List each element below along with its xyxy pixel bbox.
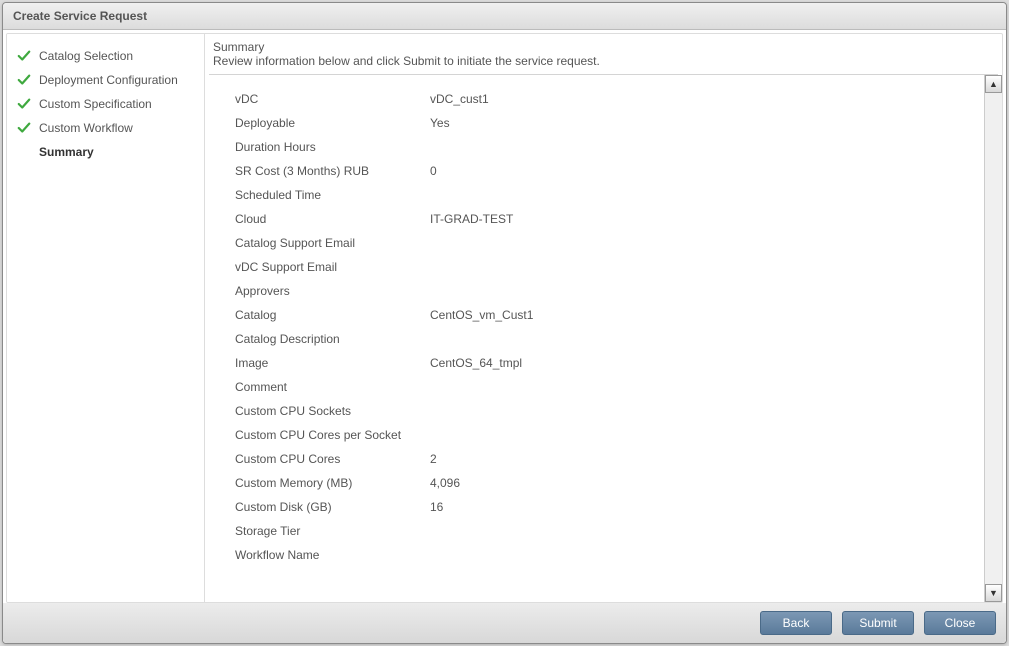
scroll-area: vDCvDC_cust1DeployableYesDuration HoursS… — [205, 75, 1002, 602]
dialog-body: Catalog Selection Deployment Configuratio… — [6, 33, 1003, 603]
summary-label: SR Cost (3 Months) RUB — [235, 164, 430, 178]
summary-value: CentOS_64_tmpl — [430, 356, 522, 370]
summary-row: Catalog Support Email — [235, 231, 954, 255]
summary-row: DeployableYes — [235, 111, 954, 135]
checkmark-icon — [17, 97, 31, 111]
summary-label: Custom CPU Cores — [235, 452, 430, 466]
summary-value: 16 — [430, 500, 443, 514]
summary-row: Comment — [235, 375, 954, 399]
scroll-up-arrow-icon[interactable]: ▲ — [985, 75, 1002, 93]
summary-row: vDC Support Email — [235, 255, 954, 279]
content-header: Summary Review information below and cli… — [209, 34, 998, 75]
wizard-step[interactable]: Deployment Configuration — [13, 68, 198, 92]
summary-row: CloudIT-GRAD-TEST — [235, 207, 954, 231]
scroll-down-arrow-icon[interactable]: ▼ — [985, 584, 1002, 602]
summary-row: Custom CPU Cores2 — [235, 447, 954, 471]
content-title: Summary — [213, 40, 994, 54]
summary-label: Custom Disk (GB) — [235, 500, 430, 514]
summary-label: Custom CPU Cores per Socket — [235, 428, 430, 442]
summary-value: IT-GRAD-TEST — [430, 212, 513, 226]
summary-label: Storage Tier — [235, 524, 430, 538]
summary-value: 4,096 — [430, 476, 460, 490]
summary-label: Custom CPU Sockets — [235, 404, 430, 418]
summary-label: Catalog Support Email — [235, 236, 430, 250]
wizard-step-label: Custom Workflow — [39, 121, 133, 135]
summary-label: Scheduled Time — [235, 188, 430, 202]
summary-value: 0 — [430, 164, 437, 178]
summary-row: Approvers — [235, 279, 954, 303]
summary-row: Duration Hours — [235, 135, 954, 159]
wizard-step-label: Deployment Configuration — [39, 73, 178, 87]
checkmark-icon — [17, 49, 31, 63]
wizard-step: Summary — [13, 140, 198, 164]
content-subtitle: Review information below and click Submi… — [213, 54, 994, 68]
summary-label: Approvers — [235, 284, 430, 298]
summary-label: Catalog Description — [235, 332, 430, 346]
wizard-steps-sidebar: Catalog Selection Deployment Configuratio… — [7, 34, 205, 602]
summary-row: Workflow Name — [235, 543, 954, 567]
checkmark-icon — [17, 73, 31, 87]
summary-row: CatalogCentOS_vm_Cust1 — [235, 303, 954, 327]
summary-rows: vDCvDC_cust1DeployableYesDuration HoursS… — [205, 75, 984, 602]
summary-row: Custom Memory (MB)4,096 — [235, 471, 954, 495]
wizard-step[interactable]: Custom Workflow — [13, 116, 198, 140]
dialog: Create Service Request Catalog Selection… — [2, 2, 1007, 644]
summary-label: Image — [235, 356, 430, 370]
summary-value: vDC_cust1 — [430, 92, 489, 106]
summary-value: 2 — [430, 452, 437, 466]
summary-value: CentOS_vm_Cust1 — [430, 308, 533, 322]
summary-label: Duration Hours — [235, 140, 430, 154]
wizard-step[interactable]: Custom Specification — [13, 92, 198, 116]
summary-row: Custom CPU Sockets — [235, 399, 954, 423]
summary-row: Catalog Description — [235, 327, 954, 351]
submit-button[interactable]: Submit — [842, 611, 914, 635]
vertical-scrollbar[interactable]: ▲ ▼ — [984, 75, 1002, 602]
summary-label: vDC — [235, 92, 430, 106]
summary-label: Catalog — [235, 308, 430, 322]
summary-label: Workflow Name — [235, 548, 430, 562]
wizard-step-label: Custom Specification — [39, 97, 152, 111]
summary-row: Storage Tier — [235, 519, 954, 543]
dialog-header: Create Service Request — [3, 3, 1006, 30]
wizard-step-label: Summary — [39, 145, 94, 159]
summary-value: Yes — [430, 116, 450, 130]
content-area: Summary Review information below and cli… — [205, 34, 1002, 602]
summary-row: vDCvDC_cust1 — [235, 87, 954, 111]
checkmark-icon — [17, 121, 31, 135]
dialog-title: Create Service Request — [13, 9, 147, 23]
back-button[interactable]: Back — [760, 611, 832, 635]
summary-row: ImageCentOS_64_tmpl — [235, 351, 954, 375]
summary-label: Custom Memory (MB) — [235, 476, 430, 490]
wizard-step[interactable]: Catalog Selection — [13, 44, 198, 68]
close-button[interactable]: Close — [924, 611, 996, 635]
summary-label: Cloud — [235, 212, 430, 226]
summary-label: Comment — [235, 380, 430, 394]
summary-row: Custom Disk (GB)16 — [235, 495, 954, 519]
wizard-step-label: Catalog Selection — [39, 49, 133, 63]
summary-label: vDC Support Email — [235, 260, 430, 274]
summary-row: Custom CPU Cores per Socket — [235, 423, 954, 447]
dialog-footer: Back Submit Close — [3, 603, 1006, 643]
summary-row: SR Cost (3 Months) RUB0 — [235, 159, 954, 183]
summary-label: Deployable — [235, 116, 430, 130]
summary-row: Scheduled Time — [235, 183, 954, 207]
